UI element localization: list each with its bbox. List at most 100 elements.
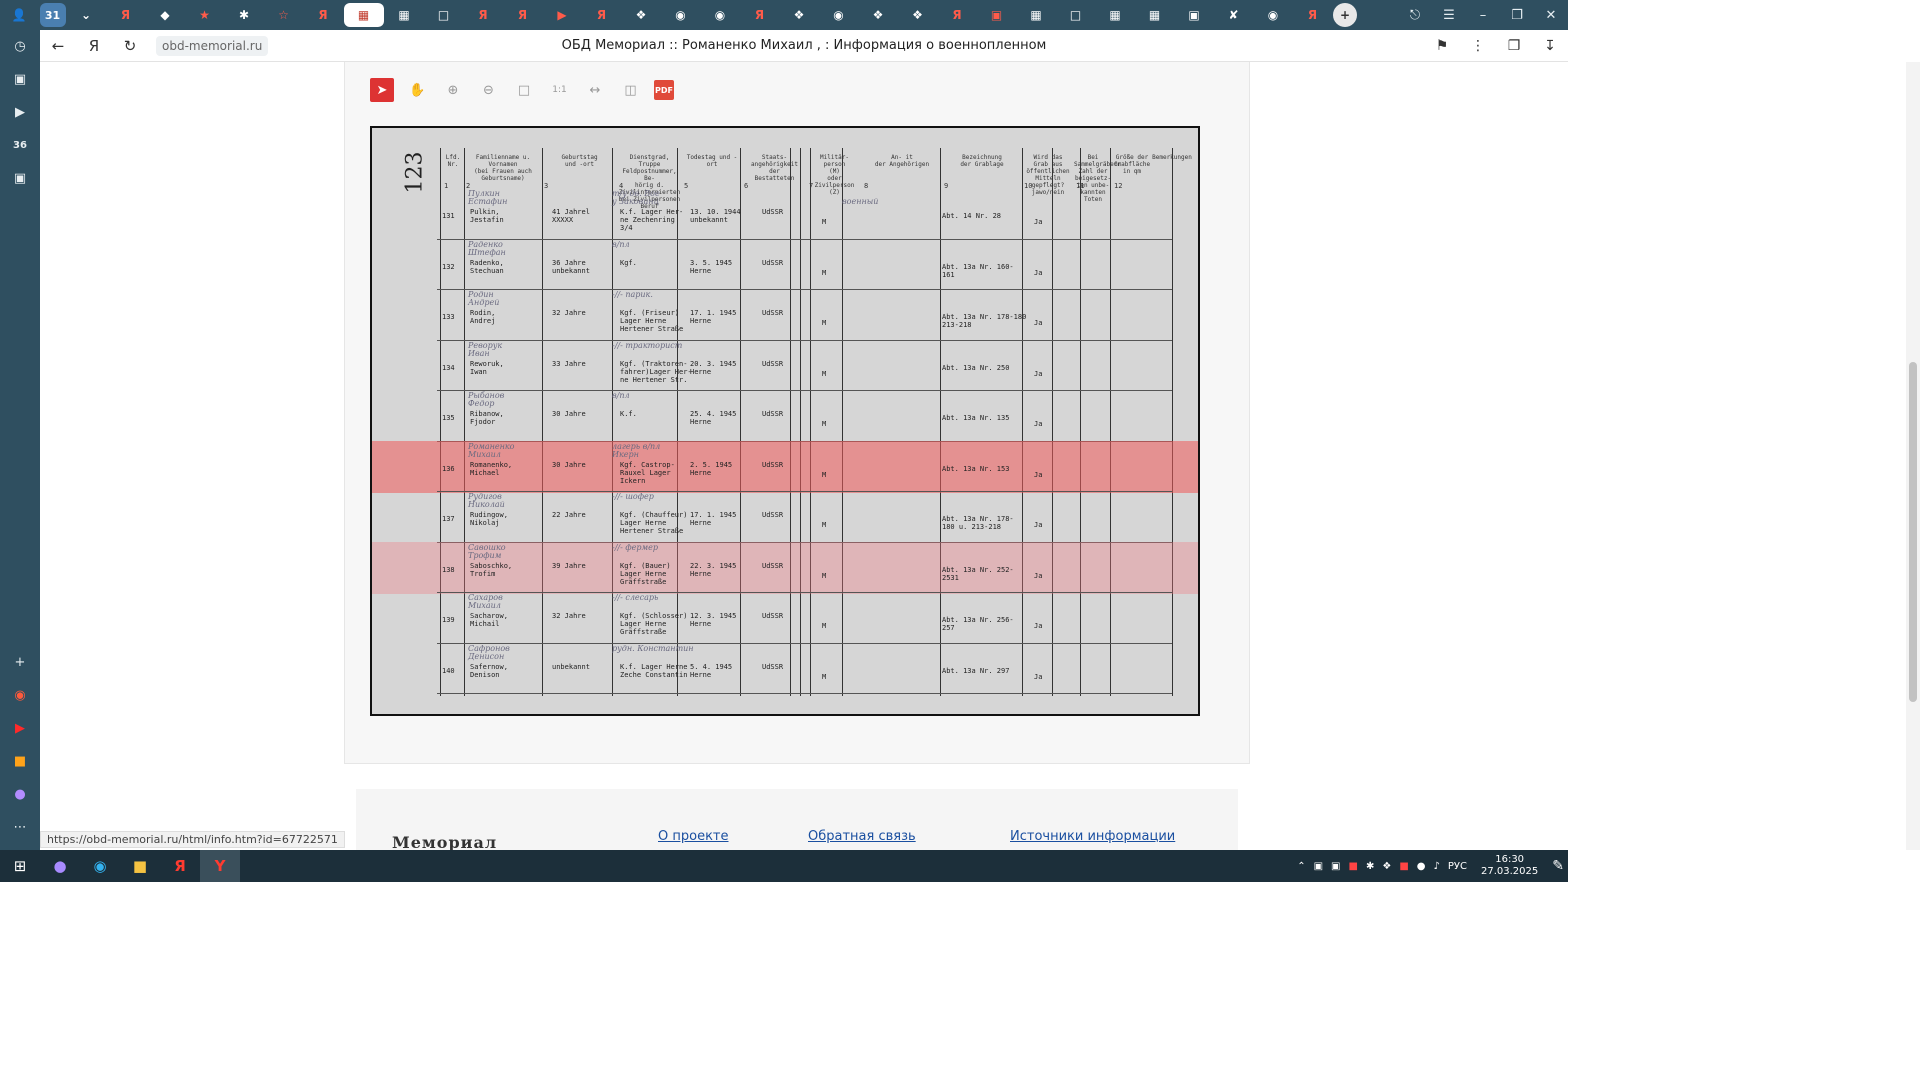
minimize-icon[interactable]: – [1466,8,1500,23]
tab-site-icon[interactable]: ◉ [701,3,739,27]
footer-link-sources[interactable]: Источники информации [1010,829,1175,844]
tab-page-icon[interactable]: □ [425,3,463,27]
tab-document-icon[interactable]: ▦ [385,3,423,27]
tab-document-icon[interactable]: ▦ [1096,3,1134,27]
tab-site-icon[interactable]: ◉ [662,3,700,27]
more-dots-icon[interactable]: ⋯ [0,811,40,844]
restore-icon[interactable]: ❐ [1500,8,1534,23]
select-pointer-icon[interactable]: ➤ [370,78,394,102]
taskbar-clock[interactable]: 16:30 27.03.2025 [1481,854,1538,878]
yandex-browser-taskbar-icon[interactable]: Y [200,850,240,882]
windows-start-icon[interactable]: ⊞ [0,850,40,882]
footer-link-about[interactable]: О проекте [658,829,729,844]
camera-icon[interactable]: ▣ [0,162,40,195]
tab-yandex[interactable]: Я [504,3,542,27]
row-nationality: UdSSR [762,410,784,418]
tab-site-icon[interactable]: ✱ [225,3,263,27]
actual-size-icon[interactable]: 1:1 [548,78,572,102]
yandex-taskbar-icon[interactable]: Я [160,850,200,882]
profile-icon[interactable]: 👤 [0,3,38,27]
add-panel-icon[interactable]: + [0,646,40,679]
tray-app-icon[interactable]: ✱ [1366,861,1374,872]
tab-play-icon[interactable]: ▶ [543,3,581,27]
tab-yandex[interactable]: Я [583,3,621,27]
tab-list-chevron-icon[interactable]: ⌄ [67,3,105,27]
alice-icon[interactable]: ● [0,778,40,811]
fit-page-icon[interactable]: □ [512,78,536,102]
tab-site-icon[interactable]: ❖ [780,3,818,27]
row-name: Romanenko, Michael [470,460,513,477]
tab-yandex[interactable]: Я [938,3,976,27]
more-vertical-icon[interactable]: ⋮ [1460,38,1496,54]
edge-icon[interactable]: ◉ [80,850,120,882]
microphone-icon[interactable]: ● [1417,861,1426,872]
menu-icon[interactable]: ☰ [1432,8,1466,23]
tab-yandex[interactable]: Я [107,3,145,27]
tray-chevron-icon[interactable]: ⌃ [1297,861,1305,872]
tab-site-icon[interactable]: ▣ [978,3,1016,27]
tab-site-icon[interactable]: ▣ [1175,3,1213,27]
page-scrollbar[interactable] [1906,62,1920,850]
tab-site-icon[interactable]: ❖ [622,3,660,27]
tab-document-icon[interactable]: ▦ [1017,3,1055,27]
handwritten-name: Рудигов Николай [468,492,505,509]
tab-obd-memorial-active[interactable]: ▦ [343,3,384,27]
feed-icon[interactable]: ▣ [0,63,40,96]
tab-site-icon[interactable]: ◉ [820,3,858,27]
market-icon[interactable]: ■ [0,745,40,778]
tray-app-icon[interactable]: ■ [1349,861,1358,872]
back-icon[interactable]: ← [40,37,76,55]
volume-icon[interactable]: ♪ [1434,861,1440,872]
footer-logo[interactable]: Мемориал [392,833,497,850]
scan-header-cell: Todestag und -ort [686,154,738,168]
zoom-in-icon[interactable]: ⊕ [441,78,465,102]
yandex-home-icon[interactable]: Я [76,37,112,55]
tab-site-icon[interactable]: ❖ [859,3,897,27]
scan-header-number: 1 [444,182,449,190]
tray-app-icon[interactable]: ▣ [1314,861,1323,872]
notifications-icon[interactable]: ✎ [1552,858,1564,874]
pan-hand-icon[interactable]: ✋ [406,78,430,102]
two-page-icon[interactable]: ◫ [619,78,643,102]
tab-site-icon[interactable]: ❖ [899,3,937,27]
tab-yandex[interactable]: Я [464,3,502,27]
tab-star[interactable]: ★ [186,3,224,27]
history-icon[interactable]: ◷ [0,30,40,63]
keyboard-language[interactable]: РУС [1448,861,1467,872]
tab-yandex[interactable]: Я [1294,3,1332,27]
tab-yandex[interactable]: Я [741,3,779,27]
video-icon[interactable]: ▶ [0,96,40,129]
tab-page-icon[interactable]: □ [1057,3,1095,27]
footer-link-feedback[interactable]: Обратная связь [808,829,916,844]
row-grave: Abt. 13a Nr. 135 [942,414,1010,422]
row-number: 138 [442,565,455,574]
tab-site-icon[interactable]: ✘ [1215,3,1253,27]
tab-count-badge[interactable]: 31 [39,3,66,27]
youtube-icon[interactable]: ▶ [0,712,40,745]
close-icon[interactable]: ✕ [1534,8,1568,23]
bookmark-flag-icon[interactable]: ⚑ [1424,38,1460,54]
reload-icon[interactable]: ↻ [112,37,148,55]
bookmarks-icon[interactable]: ⎋ [1398,8,1432,23]
fit-width-icon[interactable]: ↔ [583,78,607,102]
alice-taskbar-icon[interactable]: ● [40,850,80,882]
tray-app-icon[interactable]: ❖ [1382,861,1391,872]
download-icon[interactable]: ↧ [1532,38,1568,54]
tab-document-icon[interactable]: ▦ [1136,3,1174,27]
url-field[interactable]: obd-memorial.ru [156,35,269,56]
collections-icon[interactable]: ❐ [1496,38,1532,54]
tab-site-icon[interactable]: ◉ [1254,3,1292,27]
tray-app-icon[interactable]: ■ [1399,861,1408,872]
row-care: Ja [1034,622,1043,630]
file-explorer-icon[interactable]: ■ [120,850,160,882]
new-tab-plus-icon[interactable]: + [1333,3,1357,27]
zoom-out-icon[interactable]: ⊖ [477,78,501,102]
taxi-icon[interactable]: ◉ [0,679,40,712]
tab-yandex[interactable]: Я [304,3,342,27]
sidebar-badge[interactable]: 36 [0,129,40,162]
tab-site-icon[interactable]: ◆ [146,3,184,27]
scrollbar-thumb[interactable] [1909,362,1917,702]
tray-app-icon[interactable]: ▣ [1331,861,1340,872]
pdf-download-icon[interactable]: PDF [654,80,674,100]
tab-star-outline[interactable]: ☆ [265,3,303,27]
